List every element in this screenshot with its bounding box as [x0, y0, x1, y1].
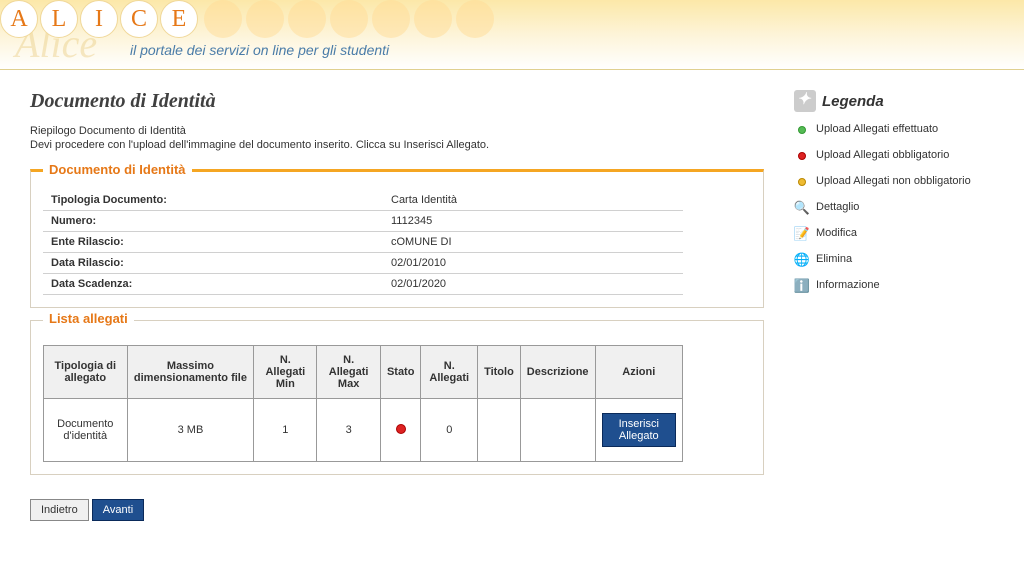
doc-value: cOMUNE DI: [383, 232, 683, 253]
attachments-table: Tipologia di allegato Massimo dimensiona…: [43, 345, 683, 462]
legend-item-label: Elimina: [816, 252, 852, 266]
logo-letter: I: [80, 0, 118, 38]
button-row: Indietro Avanti: [30, 499, 764, 521]
legend-item: Elimina: [794, 252, 994, 268]
table-row: Ente Rilascio: cOMUNE DI: [43, 232, 683, 253]
table-row: Documento d'identità 3 MB 1 3 0 Inserisc…: [44, 399, 683, 462]
legend-item-label: Upload Allegati non obbligatorio: [816, 174, 971, 188]
col-stato: Stato: [380, 346, 421, 399]
table-row: Data Rilascio: 02/01/2010: [43, 253, 683, 274]
legend-box: Legenda Upload Allegati effettuato Uploa…: [794, 90, 994, 294]
cell-n-min: 1: [254, 399, 317, 462]
header-avatar-icon: [204, 0, 242, 38]
edit-icon: [794, 226, 810, 242]
logo-letter: E: [160, 0, 198, 38]
magnify-icon: [794, 200, 810, 216]
cell-stato: [380, 399, 421, 462]
header-banner: Alice A L I C E il portale dei servizi o…: [0, 0, 1024, 70]
legend-title: Legenda: [822, 93, 884, 110]
sidebar: Legenda Upload Allegati effettuato Uploa…: [794, 90, 994, 521]
col-azioni: Azioni: [595, 346, 682, 399]
delete-icon: [794, 252, 810, 268]
header-avatar-icon: [414, 0, 452, 38]
legend-item-label: Dettaglio: [816, 200, 859, 214]
doc-value: 02/01/2010: [383, 253, 683, 274]
header-avatar-icon: [456, 0, 494, 38]
doc-value: Carta Identità: [383, 190, 683, 211]
legend-item: Informazione: [794, 278, 994, 294]
table-row: Data Scadenza: 02/01/2020: [43, 274, 683, 295]
cell-tipologia: Documento d'identità: [44, 399, 128, 462]
table-row: Numero: 1112345: [43, 211, 683, 232]
doc-label: Tipologia Documento:: [43, 190, 383, 211]
legend-item-label: Modifica: [816, 226, 857, 240]
logo-letter: L: [40, 0, 78, 38]
header-avatar-icon: [288, 0, 326, 38]
back-button[interactable]: Indietro: [30, 499, 89, 521]
page-subtitle: Riepilogo Documento di Identità: [30, 125, 764, 137]
legend-item-label: Upload Allegati obbligatorio: [816, 148, 949, 162]
header-tagline: il portale dei servizi on line per gli s…: [130, 42, 389, 58]
legend-item-label: Informazione: [816, 278, 880, 292]
col-tipologia: Tipologia di allegato: [44, 346, 128, 399]
legend-item: Dettaglio: [794, 200, 994, 216]
next-button[interactable]: Avanti: [92, 499, 144, 521]
col-n-allegati: N. Allegati: [421, 346, 478, 399]
legend-item: Upload Allegati non obbligatorio: [794, 174, 994, 190]
insert-attachment-button[interactable]: Inserisci Allegato: [602, 413, 676, 447]
legend-item: Upload Allegati effettuato: [794, 122, 994, 138]
doc-label: Ente Rilascio:: [43, 232, 383, 253]
attachments-fieldset: Lista allegati Tipologia di allegato Mas…: [30, 320, 764, 475]
logo: A L I C E: [0, 0, 494, 38]
doc-value: 02/01/2020: [383, 274, 683, 295]
page-description: Devi procedere con l'upload dell'immagin…: [30, 139, 764, 151]
col-max-size: Massimo dimensionamento file: [127, 346, 254, 399]
col-titolo: Titolo: [478, 346, 521, 399]
doc-label: Numero:: [43, 211, 383, 232]
legend-item-label: Upload Allegati effettuato: [816, 122, 938, 136]
cell-n-max: 3: [317, 399, 381, 462]
bullet-green-icon: [794, 122, 810, 138]
legend-item: Modifica: [794, 226, 994, 242]
info-icon: [794, 278, 810, 294]
doc-label: Data Scadenza:: [43, 274, 383, 295]
cell-max-size: 3 MB: [127, 399, 254, 462]
doc-value: 1112345: [383, 211, 683, 232]
header-avatar-icon: [372, 0, 410, 38]
table-row: Tipologia Documento: Carta Identità: [43, 190, 683, 211]
logo-letter: A: [0, 0, 38, 38]
cell-n-allegati: 0: [421, 399, 478, 462]
legend-title-row: Legenda: [794, 90, 994, 112]
document-fieldset: Documento di Identità Tipologia Document…: [30, 169, 764, 308]
cell-azioni: Inserisci Allegato: [595, 399, 682, 462]
document-fieldset-legend: Documento di Identità: [43, 162, 192, 177]
header-avatar-icon: [246, 0, 284, 38]
page-title: Documento di Identità: [30, 90, 764, 113]
header-avatar-icon: [330, 0, 368, 38]
star-icon: [794, 90, 816, 112]
col-n-min: N. Allegati Min: [254, 346, 317, 399]
col-descrizione: Descrizione: [520, 346, 595, 399]
bullet-red-icon: [794, 148, 810, 164]
cell-descrizione: [520, 399, 595, 462]
logo-letter: C: [120, 0, 158, 38]
cell-titolo: [478, 399, 521, 462]
document-table: Tipologia Documento: Carta Identità Nume…: [43, 190, 683, 295]
legend-item: Upload Allegati obbligatorio: [794, 148, 994, 164]
attachments-fieldset-legend: Lista allegati: [43, 311, 134, 326]
bullet-yellow-icon: [794, 174, 810, 190]
doc-label: Data Rilascio:: [43, 253, 383, 274]
status-red-icon: [396, 424, 406, 434]
col-n-max: N. Allegati Max: [317, 346, 381, 399]
main-content: Documento di Identità Riepilogo Document…: [30, 90, 764, 521]
